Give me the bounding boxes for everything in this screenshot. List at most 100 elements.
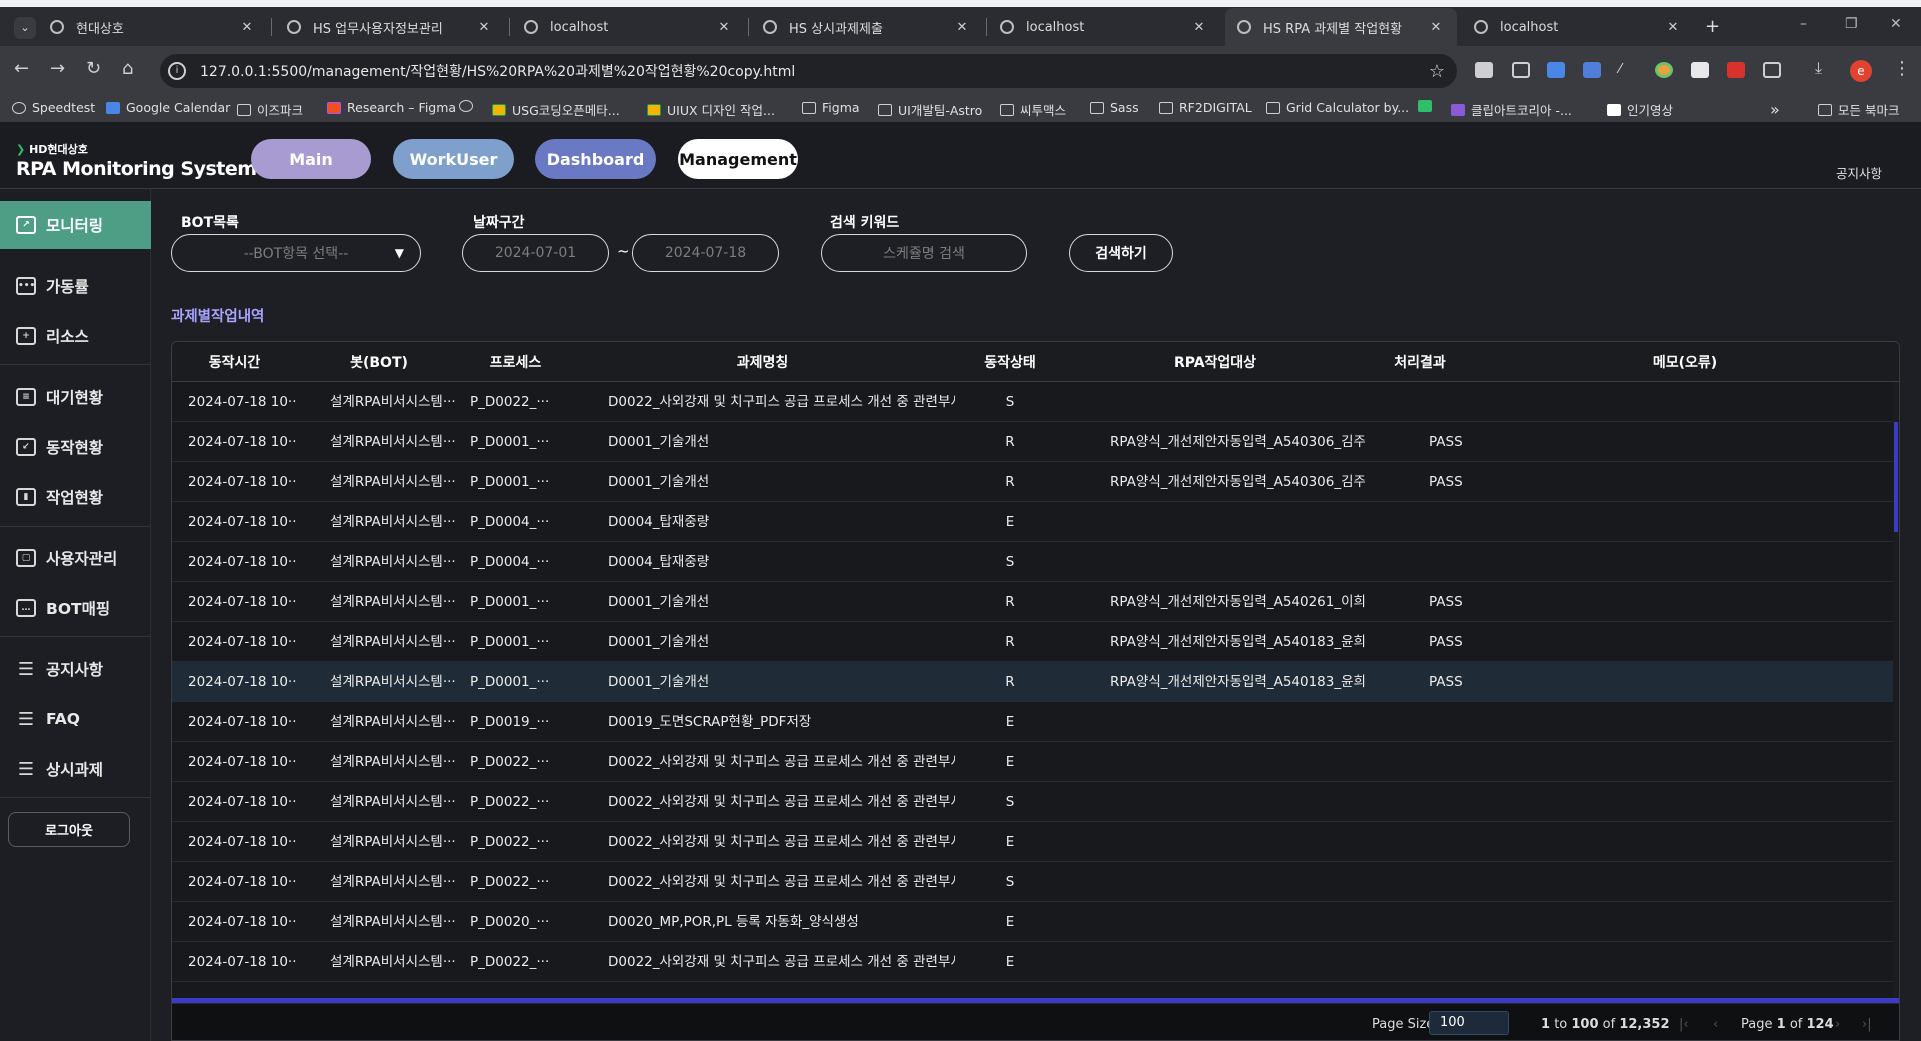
column-header[interactable]: 동작상태 bbox=[955, 342, 1065, 382]
search-button[interactable]: 검색하기 bbox=[1069, 234, 1173, 272]
bookmark-item[interactable]: UI개발팀-Astro bbox=[878, 100, 982, 119]
table-row[interactable]: 2024-07-18 10··· 설계RPA비서시스템··· P_D0004_···… bbox=[172, 542, 1895, 582]
column-header[interactable]: 봇(BOT) bbox=[297, 342, 461, 382]
table-row[interactable]: 2024-07-18 10··· 설계RPA비서시스템··· P_D0004_···… bbox=[172, 502, 1895, 542]
next-page-icon[interactable]: › bbox=[1835, 1017, 1840, 1032]
browser-tab[interactable]: HS 상시과제제출 ✕ bbox=[751, 8, 983, 46]
video-extension-icon[interactable] bbox=[1727, 62, 1745, 78]
screenshot-extension-icon[interactable] bbox=[1512, 62, 1530, 78]
column-header[interactable]: 메모(오류) bbox=[1475, 342, 1895, 382]
close-icon[interactable]: ✕ bbox=[1666, 20, 1680, 35]
bookmark-item[interactable] bbox=[459, 100, 479, 112]
site-info-icon[interactable]: i bbox=[168, 62, 186, 80]
date-to-input[interactable]: 2024-07-18 bbox=[632, 234, 779, 272]
sidebar-item-operation[interactable]: ↙ 동작현황 bbox=[0, 427, 151, 467]
last-page-icon[interactable]: ›| bbox=[1862, 1017, 1872, 1032]
forward-arrow-icon[interactable]: → bbox=[50, 58, 65, 79]
close-icon[interactable]: ✕ bbox=[240, 20, 254, 35]
close-icon[interactable]: ✕ bbox=[1429, 20, 1443, 35]
more-menu-icon[interactable]: ⋮ bbox=[1893, 58, 1911, 79]
bookmark-star-icon[interactable]: ☆ bbox=[1429, 61, 1445, 82]
pen-extension-icon[interactable]: ⁄ bbox=[1619, 62, 1637, 78]
bookmark-item[interactable]: Research – Figma bbox=[327, 100, 456, 115]
browser-tab[interactable]: localhost ✕ bbox=[512, 8, 745, 46]
sidebar-item-monitoring[interactable]: ↗ 모니터링 bbox=[0, 201, 151, 249]
column-header[interactable]: 처리결과 bbox=[1365, 342, 1475, 382]
more-bookmarks-icon[interactable]: » bbox=[1770, 100, 1780, 119]
first-page-icon[interactable]: |‹ bbox=[1679, 1017, 1689, 1032]
restore-icon[interactable]: ❐ bbox=[1845, 16, 1858, 32]
scroll-thumb[interactable] bbox=[1894, 422, 1898, 532]
vertical-scrollbar[interactable] bbox=[1893, 382, 1899, 1002]
browser-tab[interactable]: localhost ✕ bbox=[988, 8, 1220, 46]
bookmark-item[interactable]: Sass bbox=[1090, 100, 1139, 115]
sidebar-item-work-status[interactable]: ▮ 작업현황 bbox=[0, 477, 151, 517]
bookmark-item[interactable]: Figma bbox=[802, 100, 860, 115]
bot-select[interactable]: --BOT항목 선택-- ▼ bbox=[171, 234, 421, 272]
nav-dashboard-button[interactable]: Dashboard bbox=[535, 139, 656, 179]
sidebar-item-bot-mapping[interactable]: … BOT매핑 bbox=[0, 588, 151, 628]
table-row[interactable]: 2024-07-18 10··· 설계RPA비서시스템··· P_D0022_···… bbox=[172, 822, 1895, 862]
profile-avatar[interactable]: e bbox=[1850, 60, 1872, 82]
sidebar-item-user-management[interactable]: ▢ 사용자관리 bbox=[0, 538, 151, 578]
table-row[interactable]: 2024-07-18 10··· 설계RPA비서시스템··· P_D0001_···… bbox=[172, 582, 1895, 622]
minimize-icon[interactable]: – bbox=[1800, 16, 1807, 32]
window-close-icon[interactable]: ✕ bbox=[1890, 16, 1902, 32]
translate-extension-icon[interactable] bbox=[1547, 62, 1565, 78]
table-row[interactable]: 2024-07-18 10··· 설계RPA비서시스템··· P_D0022_···… bbox=[172, 382, 1895, 422]
table-row[interactable]: 2024-07-18 10··· 설계RPA비서시스템··· P_D0001_···… bbox=[172, 662, 1895, 702]
camera-extension-icon[interactable] bbox=[1475, 62, 1493, 78]
sidebar-item-regular-task[interactable]: ☰ 상시과제 bbox=[0, 749, 151, 789]
table-row[interactable]: 2024-07-18 10··· 설계RPA비서시스템··· P_D0019_···… bbox=[172, 702, 1895, 742]
browser-tab[interactable]: localhost ✕ bbox=[1462, 8, 1694, 46]
nav-main-button[interactable]: Main bbox=[251, 139, 371, 179]
close-icon[interactable]: ✕ bbox=[477, 20, 491, 35]
sidebar-item-resource[interactable]: + 리소스 bbox=[0, 316, 151, 356]
table-row[interactable]: 2024-07-18 10··· 설계RPA비서시스템··· P_D0022_···… bbox=[172, 862, 1895, 902]
bookmark-item[interactable]: Speedtest bbox=[12, 100, 95, 115]
sidebar-item-notice[interactable]: ☰ 공지사항 bbox=[0, 649, 151, 689]
close-icon[interactable]: ✕ bbox=[717, 20, 731, 35]
table-row[interactable]: 2024-07-18 10··· 설계RPA비서시스템··· P_D0022_···… bbox=[172, 942, 1895, 982]
date-from-input[interactable]: 2024-07-01 bbox=[462, 234, 609, 272]
all-bookmarks[interactable]: 모든 북마크 bbox=[1818, 100, 1899, 119]
bookmark-item[interactable]: 씨투맥스 bbox=[1000, 100, 1066, 119]
bookmark-item[interactable]: 클립아트코리아 -... bbox=[1451, 100, 1572, 119]
prev-page-icon[interactable]: ‹ bbox=[1713, 1017, 1718, 1032]
notice-link[interactable]: 공지사항 bbox=[1836, 163, 1882, 182]
download-icon[interactable]: ⤓ bbox=[1815, 58, 1822, 78]
close-icon[interactable]: ✕ bbox=[955, 20, 969, 35]
column-header[interactable]: 동작시간 bbox=[172, 342, 297, 382]
bookmark-item[interactable]: USG코딩오픈메타... bbox=[492, 100, 620, 119]
browser-tab-active[interactable]: HS RPA 과제별 작업현황 ✕ bbox=[1225, 8, 1457, 46]
browser-tab[interactable]: HS 업무사용자정보관리 ✕ bbox=[275, 8, 505, 46]
bookmark-item[interactable] bbox=[1418, 100, 1438, 112]
color-picker-extension-icon[interactable] bbox=[1655, 62, 1673, 78]
keyword-search-input[interactable]: 스케쥴명 검색 bbox=[821, 234, 1027, 272]
browser-tab[interactable]: 현대상호 ✕ bbox=[38, 8, 268, 46]
bookmark-item[interactable]: RF2DIGITAL bbox=[1159, 100, 1252, 115]
bookmark-item[interactable]: Google Calendar bbox=[106, 100, 230, 115]
nav-management-button[interactable]: Management bbox=[678, 139, 798, 179]
table-row[interactable]: 2024-07-18 10··· 설계RPA비서시스템··· P_D0001_···… bbox=[172, 462, 1895, 502]
table-row[interactable]: 2024-07-18 10··· 설계RPA비서시스템··· P_D0022_···… bbox=[172, 782, 1895, 822]
logout-button[interactable]: 로그아웃 bbox=[8, 812, 130, 847]
table-row[interactable]: 2024-07-18 10··· 설계RPA비서시스템··· P_D0001_···… bbox=[172, 622, 1895, 662]
sidebar-item-uptime[interactable]: ••• 가동률 bbox=[0, 266, 151, 306]
table-row[interactable]: 2024-07-18 10··· 설계RPA비서시스템··· P_D0020_···… bbox=[172, 902, 1895, 942]
address-bar[interactable]: i 127.0.0.1:5500/management/작업현황/HS%20RP… bbox=[160, 54, 1457, 88]
column-header[interactable]: 과제명칭 bbox=[570, 342, 955, 382]
nav-workuser-button[interactable]: WorkUser bbox=[393, 139, 514, 179]
bookmark-item[interactable]: 인기영상 bbox=[1607, 100, 1673, 119]
sidebar-item-waiting[interactable]: ≡ 대기현황 bbox=[0, 377, 151, 417]
sidebar-item-faq[interactable]: ☰ FAQ bbox=[0, 699, 151, 739]
close-icon[interactable]: ✕ bbox=[1192, 20, 1206, 35]
reload-icon[interactable]: ↻ bbox=[86, 58, 101, 79]
table-row[interactable]: 2024-07-18 10··· 설계RPA비서시스템··· P_D0022_···… bbox=[172, 742, 1895, 782]
docs-extension-icon[interactable] bbox=[1583, 62, 1601, 78]
bookmark-item[interactable]: 이즈파크 bbox=[237, 100, 303, 119]
home-icon[interactable]: ⌂ bbox=[122, 58, 133, 79]
page-size-select[interactable]: 100 bbox=[1429, 1011, 1509, 1035]
column-header[interactable]: 프로세스 bbox=[461, 342, 570, 382]
tab-search-icon[interactable]: ⌄ bbox=[14, 17, 36, 39]
